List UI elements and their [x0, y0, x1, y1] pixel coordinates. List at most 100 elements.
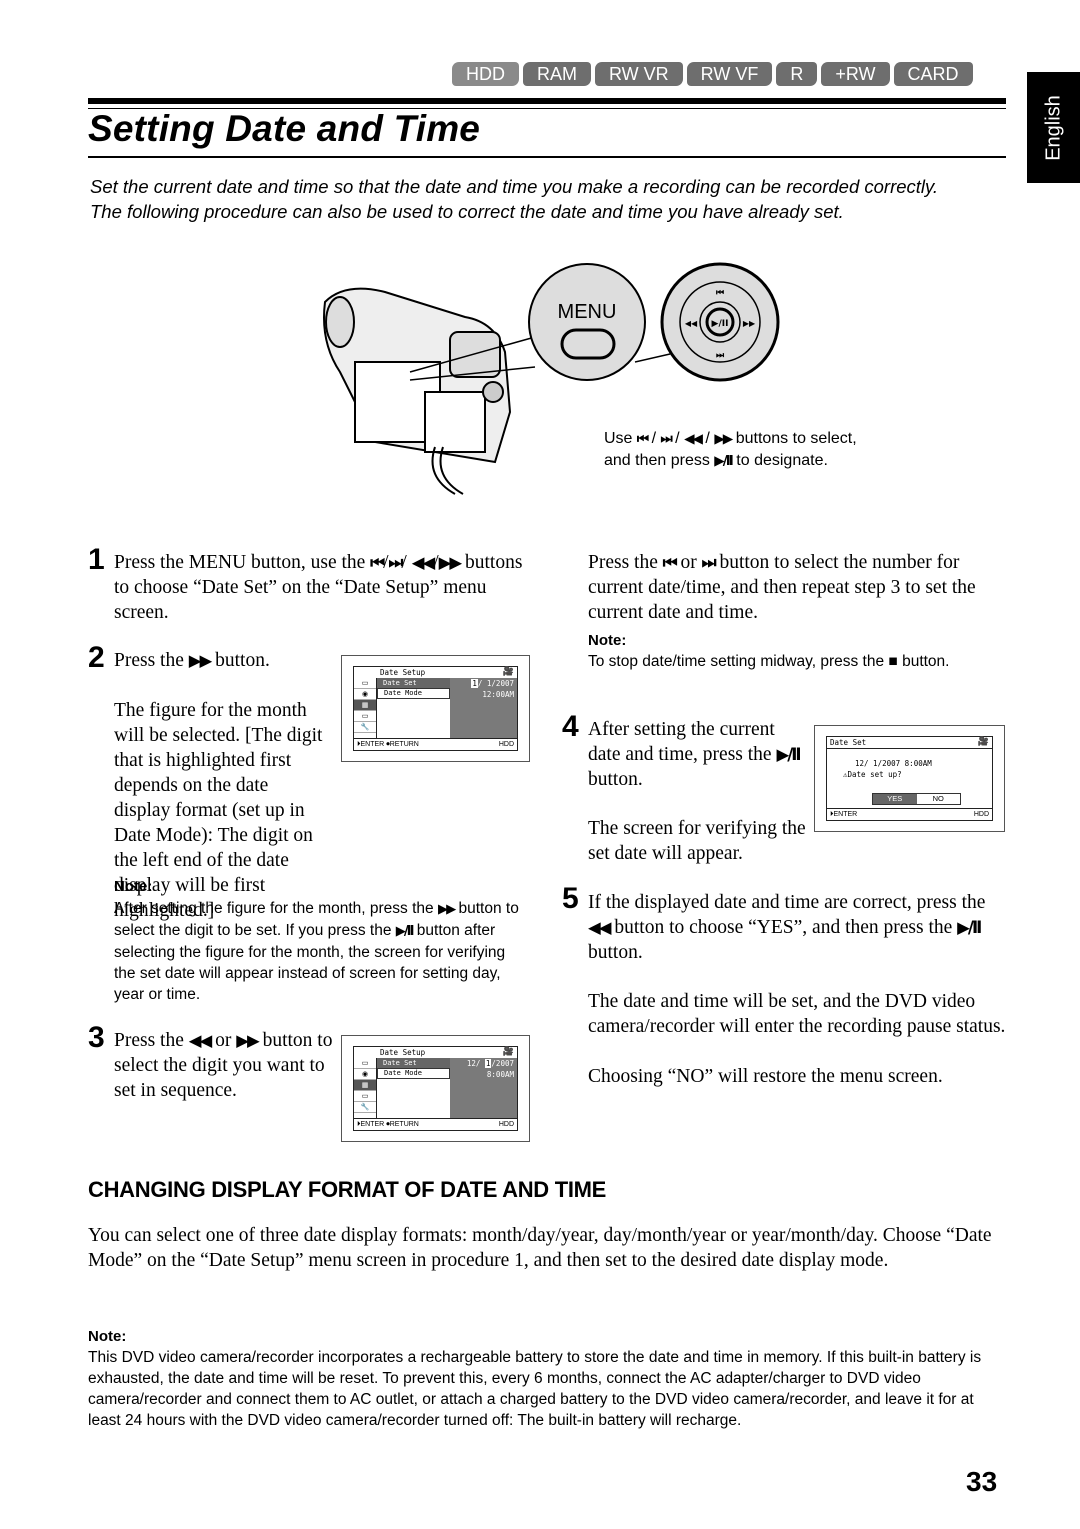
step-1-number: 1 — [88, 543, 105, 576]
skip-back-icon: ⏮ — [662, 553, 678, 572]
camcorder-icon — [323, 287, 512, 495]
media-indicator: HDD — [498, 741, 514, 748]
lcd-date-set-confirm: Date Set 🎥 12/ 1/2007 8:00AM ⚠Date set up… — [814, 725, 1005, 832]
intro-text: Set the current date and time so that th… — [90, 174, 990, 224]
confirm-datetime: 12/ 1/2007 8:00AM — [855, 759, 932, 768]
date-value-panel: 12/ 1/2007 8:00AM — [450, 1058, 517, 1118]
note-2-label: Note: — [588, 632, 627, 649]
camera-icon: 🎥 — [502, 667, 514, 677]
skip-forward-icon: ⏭ — [701, 553, 717, 572]
lcd-date-setup-day: Date Setup 🎥 ▭ ◉ ▦ ▭ 🔧 Date Set Date Mode 12/… — [341, 1035, 530, 1142]
menu-item-date-mode: Date Mode — [377, 1068, 450, 1079]
step-4-number: 4 — [562, 710, 579, 743]
media-indicator: HDD — [973, 811, 989, 818]
fast-forward-icon: ▶▶ — [743, 319, 756, 328]
media-type-tabs: HDD RAM RW VR RW VF R +RW CARD — [452, 62, 973, 86]
record-icon: ▭ — [354, 678, 376, 689]
rewind-icon: ◀◀ — [588, 918, 612, 937]
skip-back-icon: ⏮ — [636, 431, 649, 447]
step-2-number: 2 — [88, 641, 105, 674]
screen-title: Date Setup — [380, 668, 426, 677]
play-pause-icon: ▶/II — [395, 924, 415, 939]
language-tab: English — [1027, 72, 1080, 183]
play-pause-icon: ▶/II — [776, 745, 801, 764]
media-indicator: HDD — [498, 1121, 514, 1128]
menu-item-date-set: Date Set — [377, 1058, 450, 1068]
wrench-icon: 🔧 — [354, 1102, 376, 1113]
screen-title: Date Setup — [380, 1048, 426, 1057]
menu-button-shape — [560, 328, 616, 360]
lcd-date-setup-month: Date Setup 🎥 ▭ ◉ ▦ ▭ 🔧 Date Set Date Mode 1/ … — [341, 655, 530, 762]
record-icon: ▭ — [354, 1058, 376, 1069]
fast-forward-icon: ▶▶ — [236, 1031, 260, 1050]
date-icon: ▦ — [354, 700, 376, 711]
step-3-number: 3 — [88, 1021, 105, 1054]
language-label: English — [1042, 94, 1064, 161]
media-tab-plus-rw: +RW — [821, 62, 890, 86]
yes-option: YES — [873, 794, 917, 804]
step-1-text: Press the MENU button, use the ⏮/⏭/ ◀◀/▶… — [114, 552, 523, 623]
intro-paragraph: The following procedure can also be used… — [90, 201, 844, 222]
stop-icon: ■ — [888, 653, 898, 670]
skip-back-icon: ⏮ — [370, 553, 385, 572]
skip-forward-icon: ⏭ — [716, 351, 725, 361]
step-4-result: The screen for verifying the set date wi… — [588, 818, 806, 864]
media-tab-ram: RAM — [523, 62, 591, 86]
menu-item-date-set: Date Set — [377, 678, 450, 688]
disc-icon: ▭ — [354, 1091, 376, 1102]
step-4-text: After setting the current date and time,… — [588, 719, 802, 790]
camera-icon: 🎥 — [502, 1047, 514, 1057]
menu-category-icons: ▭ ◉ ▦ ▭ 🔧 — [354, 678, 377, 738]
page-number: 33 — [966, 1466, 998, 1497]
menu-category-icons: ▭ ◉ ▦ ▭ 🔧 — [354, 1058, 377, 1118]
date-value-panel: 1/ 1/2007 12:00AM — [450, 678, 517, 738]
play-pause-icon: ▶/II — [714, 453, 733, 469]
skip-back-icon: ⏮ — [716, 288, 724, 298]
step-2-text: Press the ▶▶ button. — [114, 650, 270, 671]
step-3-continued-text: Press the ⏮ or ⏭ button to select the nu… — [588, 552, 976, 623]
no-option: NO — [932, 794, 944, 803]
note-1-text: After setting the figure for the month, … — [114, 900, 519, 1003]
skip-forward-icon: ⏭ — [388, 553, 404, 572]
media-tab-r: R — [776, 62, 818, 86]
step-5-no-option: Choosing “NO” will restore the menu scre… — [588, 1066, 943, 1087]
fast-forward-icon: ▶▶ — [438, 553, 463, 572]
section-heading: CHANGING DISPLAY FORMAT OF DATE AND TIME — [88, 1177, 607, 1202]
disc-icon: ▭ — [354, 711, 376, 722]
fast-forward-icon: ▶▶ — [437, 902, 456, 917]
step-5-number: 5 — [562, 882, 579, 915]
menu-item-date-mode: Date Mode — [377, 688, 450, 699]
note-1-label: Note: — [114, 878, 153, 895]
rewind-icon: ◀◀ — [685, 319, 698, 328]
skip-forward-icon: ⏭ — [660, 431, 672, 447]
media-tab-card: CARD — [893, 62, 973, 86]
rewind-icon: ◀◀ — [411, 553, 436, 572]
camera-icon: 🎥 — [977, 737, 989, 747]
wrench-icon: 🔧 — [354, 722, 376, 733]
confirm-question: Date set up? — [847, 770, 902, 779]
media-tab-rw-vf: RW VF — [686, 62, 773, 86]
step-3-text: Press the ◀◀ or ▶▶ button to select the … — [114, 1030, 333, 1101]
section-body: You can select one of three date display… — [88, 1225, 992, 1271]
intro-paragraph: Set the current date and time so that th… — [90, 176, 939, 197]
rewind-icon: ◀◀ — [684, 431, 703, 447]
menu-label: MENU — [558, 301, 617, 323]
step-5-result: The date and time will be set, and the D… — [588, 991, 1006, 1037]
media-tab-rw-vr: RW VR — [595, 62, 683, 86]
effect-icon: ◉ — [354, 1069, 376, 1080]
date-icon: ▦ — [354, 1080, 376, 1091]
page-title: Setting Date and Time — [88, 108, 481, 149]
step-5-text: If the displayed date and time are corre… — [588, 892, 986, 963]
illustration-caption: Use ⏮ / ⏭ / ◀◀ / ▶▶ buttons to select, a… — [604, 430, 857, 469]
note-3-label: Note: — [88, 1328, 127, 1345]
title-rule-top — [88, 98, 1006, 104]
play-pause-icon: ▶/II — [712, 319, 729, 329]
fast-forward-icon: ▶▶ — [188, 651, 213, 670]
media-tab-hdd: HDD — [452, 62, 519, 86]
note-2-text: To stop date/time setting midway, press … — [588, 653, 950, 670]
effect-icon: ◉ — [354, 689, 376, 700]
rewind-icon: ◀◀ — [188, 1031, 213, 1050]
screen-title: Date Set — [830, 738, 867, 747]
fast-forward-icon: ▶▶ — [714, 431, 733, 447]
note-3-text: This DVD video camera/recorder incorpora… — [88, 1349, 982, 1429]
